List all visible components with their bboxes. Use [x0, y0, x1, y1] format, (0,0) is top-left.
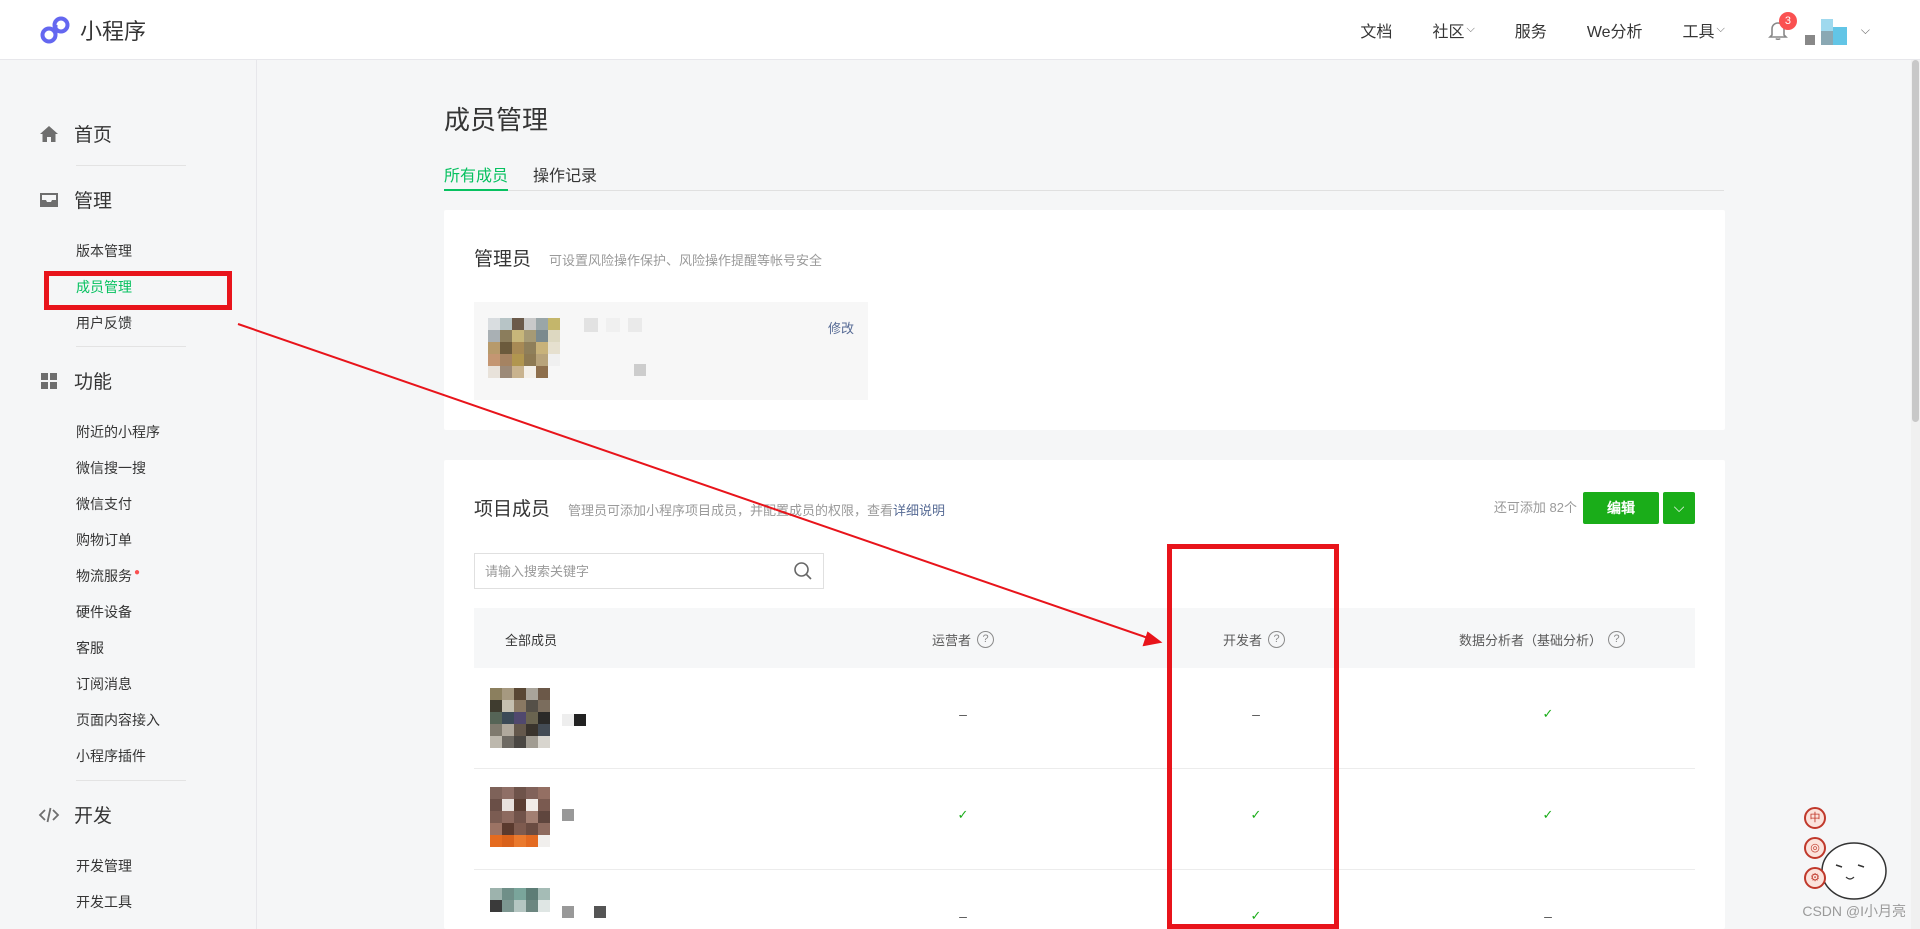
watermark-text: CSDN @I小月亮 [1802, 903, 1906, 919]
mascot-sticker-icon [1821, 842, 1887, 900]
scrollbar-thumb[interactable] [1912, 60, 1919, 422]
mascot-badge-3: ⚙ [1804, 867, 1826, 889]
page-scrollbar[interactable] [1911, 60, 1920, 929]
mascot-badge-1: 中 [1804, 807, 1826, 829]
annotation-arrow [237, 323, 1163, 647]
mascot-badge-2: ◎ [1804, 837, 1826, 859]
